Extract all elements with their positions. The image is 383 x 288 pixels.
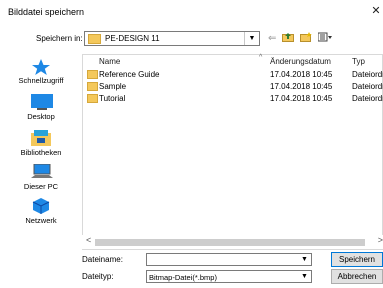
folder-icon <box>87 70 98 79</box>
file-row[interactable]: Reference Guide 17.04.2018 10:45 Dateior… <box>83 69 383 81</box>
filetype-label: Dateityp: <box>82 272 114 281</box>
folder-icon <box>87 94 98 103</box>
title-bar: Bilddatei speichern ✕ <box>0 0 383 22</box>
place-label: Bibliotheken <box>20 148 62 157</box>
file-row[interactable]: Tutorial 17.04.2018 10:45 Dateiordner <box>83 93 383 105</box>
network-icon <box>31 198 51 214</box>
scroll-right-icon[interactable]: > <box>378 235 383 245</box>
place-label: Dieser PC <box>23 182 59 191</box>
chevron-down-icon[interactable]: ▼ <box>299 254 310 266</box>
folder-icon <box>87 82 98 91</box>
place-this-pc[interactable]: Dieser PC <box>4 163 78 191</box>
desktop-icon <box>31 94 53 110</box>
file-name: Tutorial <box>99 94 126 103</box>
scroll-left-icon[interactable]: < <box>86 235 91 245</box>
column-header-type[interactable]: Typ <box>352 57 365 66</box>
sort-ascending-icon: ^ <box>259 54 263 61</box>
chevron-down-icon[interactable]: ▼ <box>244 32 259 45</box>
cancel-button[interactable]: Abbrechen <box>331 269 383 284</box>
place-quick-access[interactable]: Schnellzugriff <box>4 58 78 85</box>
nav-toolbar: ⇐ <box>268 30 333 46</box>
dialog-title: Bilddatei speichern <box>8 7 85 17</box>
column-header-date[interactable]: Änderungsdatum <box>270 57 331 66</box>
file-row[interactable]: Sample 17.04.2018 10:45 Dateiordner <box>83 81 383 93</box>
file-type: Dateiordner <box>352 82 383 91</box>
file-type: Dateiordner <box>352 70 383 79</box>
save-button[interactable]: Speichern <box>331 252 383 267</box>
file-name: Sample <box>99 82 127 91</box>
view-menu-icon[interactable] <box>317 32 333 45</box>
folder-icon <box>88 34 101 44</box>
places-bar: Schnellzugriff Desktop Bibliotheken Dies… <box>4 54 78 266</box>
column-header-name[interactable]: Name <box>99 57 120 66</box>
up-folder-icon[interactable] <box>282 32 295 45</box>
chevron-down-icon[interactable]: ▼ <box>299 271 310 283</box>
save-dialog: Bilddatei speichern ✕ Speichern in: PE-D… <box>0 0 383 288</box>
save-in-label: Speichern in: <box>36 34 83 43</box>
horizontal-scrollbar[interactable]: < > <box>82 235 383 249</box>
place-desktop[interactable]: Desktop <box>4 94 78 121</box>
file-date: 17.04.2018 10:45 <box>270 82 333 91</box>
save-in-value: PE-DESIGN 11 <box>105 34 160 43</box>
star-icon <box>31 58 51 75</box>
filetype-value: Bitmap-Datei(*.bmp) <box>149 273 217 282</box>
filetype-select[interactable]: Bitmap-Datei(*.bmp) ▼ <box>146 270 312 283</box>
back-arrow-icon[interactable]: ⇐ <box>268 33 276 44</box>
place-label: Desktop <box>27 112 55 121</box>
filename-label: Dateiname: <box>82 255 123 264</box>
pc-icon <box>31 163 53 180</box>
place-label: Schnellzugriff <box>18 76 64 85</box>
file-list[interactable]: ^ Name Änderungsdatum Typ Reference Guid… <box>82 54 383 250</box>
scrollbar-thumb[interactable] <box>95 239 365 246</box>
file-name: Reference Guide <box>99 70 160 79</box>
close-icon[interactable]: ✕ <box>369 4 383 18</box>
libraries-icon <box>31 130 51 146</box>
place-libraries[interactable]: Bibliotheken <box>4 130 78 157</box>
filename-input[interactable]: ▼ <box>146 253 312 266</box>
file-date: 17.04.2018 10:45 <box>270 94 333 103</box>
save-in-combo[interactable]: PE-DESIGN 11 ▼ <box>84 31 260 46</box>
place-label: Netzwerk <box>25 216 57 225</box>
new-folder-icon[interactable] <box>300 31 313 45</box>
place-network[interactable]: Netzwerk <box>4 198 78 225</box>
file-date: 17.04.2018 10:45 <box>270 70 333 79</box>
file-type: Dateiordner <box>352 94 383 103</box>
